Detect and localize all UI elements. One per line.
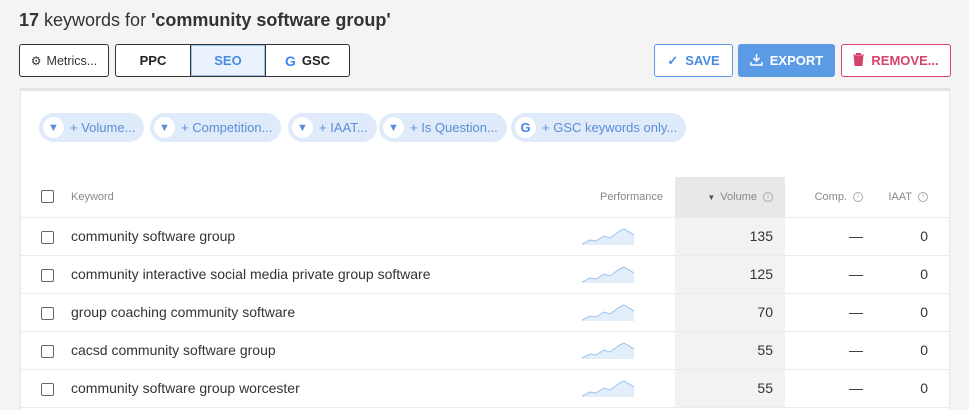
info-icon[interactable]: i [918,191,928,202]
remove-button[interactable]: REMOVE... [841,44,951,77]
save-button[interactable]: ✓ SAVE [654,44,733,77]
mode-tabs: PPC SEO G GSC [115,44,350,77]
row-checkbox[interactable] [41,306,54,320]
filter-icon: ▼ [43,117,64,138]
iaat-cell: 0 [883,255,951,294]
filter-chip-volume[interactable]: ▼ + Volume... [39,113,145,142]
results-panel: ▼ + Volume... ▼ + Competition... ▼ + IAAT..… [20,88,951,410]
volume-cell: 55 [675,331,785,370]
keyword-cell: community software group [71,217,541,256]
performance-sparkline [541,217,675,256]
performance-sparkline [541,293,675,332]
row-checkbox[interactable] [41,382,54,396]
keyword-cell: cacsd community software group [71,331,541,370]
comp-cell: — [785,217,883,256]
filter-icon: ▼ [154,117,175,138]
performance-sparkline [541,369,675,408]
column-header-keyword[interactable]: Keyword [71,177,541,218]
performance-sparkline [541,331,675,370]
sort-desc-icon: ▼ [707,192,716,202]
tab-seo[interactable]: SEO [191,45,266,76]
keyword-cell: community interactive social media priva… [71,255,541,294]
row-checkbox[interactable] [41,344,54,358]
volume-cell: 70 [675,293,785,332]
select-all-checkbox[interactable] [41,190,54,204]
comp-cell: — [785,369,883,408]
check-icon: ✓ [667,52,679,68]
info-icon[interactable]: i [763,191,773,202]
iaat-cell: 0 [883,369,951,408]
table-row[interactable]: community software group worcester 55—0 [21,369,951,408]
filter-icon: ▼ [292,117,313,138]
filter-chip-competition[interactable]: ▼ + Competition... [150,113,282,142]
filter-chip-iaat[interactable]: ▼ + IAAT... [288,113,377,142]
volume-cell: 135 [675,217,785,256]
google-icon: G [515,117,536,138]
column-header-performance: Performance [541,177,675,218]
iaat-cell: 0 [883,217,951,256]
table-row[interactable]: community interactive social media priva… [21,255,951,294]
download-icon [750,53,763,69]
row-checkbox[interactable] [41,268,54,282]
filter-chip-is-question[interactable]: ▼ + Is Question... [379,113,507,142]
tab-ppc[interactable]: PPC [116,45,191,76]
comp-cell: — [785,293,883,332]
metrics-button[interactable]: ⚙ Metrics... [19,44,109,77]
google-icon: G [284,52,296,69]
trash-icon [853,52,865,69]
keywords-table: Keyword Performance ▼ Volume i Comp. i IAAT… [21,177,951,408]
info-icon[interactable]: i [853,191,863,202]
iaat-cell: 0 [883,293,951,332]
column-header-iaat[interactable]: IAAT i [883,177,951,218]
tab-gsc[interactable]: G GSC [266,45,349,76]
row-checkbox[interactable] [41,230,54,244]
iaat-cell: 0 [883,331,951,370]
performance-sparkline [541,255,675,294]
column-header-volume[interactable]: ▼ Volume i [675,177,785,218]
table-row[interactable]: group coaching community software 70—0 [21,293,951,332]
table-header-row: Keyword Performance ▼ Volume i Comp. i IAAT… [21,177,951,218]
table-row[interactable]: cacsd community software group 55—0 [21,331,951,370]
column-header-comp[interactable]: Comp. i [785,177,883,218]
comp-cell: — [785,331,883,370]
gear-icon: ⚙ [30,53,42,68]
table-row[interactable]: community software group 135—0 [21,217,951,256]
filter-icon: ▼ [383,117,404,138]
comp-cell: — [785,255,883,294]
keyword-cell: group coaching community software [71,293,541,332]
keyword-cell: community software group worcester [71,369,541,408]
page-title: 17 keywords for 'community software grou… [19,10,391,30]
volume-cell: 55 [675,369,785,408]
volume-cell: 125 [675,255,785,294]
export-button[interactable]: EXPORT [738,44,835,77]
filter-chip-gsc[interactable]: G + GSC keywords only... [511,113,687,142]
